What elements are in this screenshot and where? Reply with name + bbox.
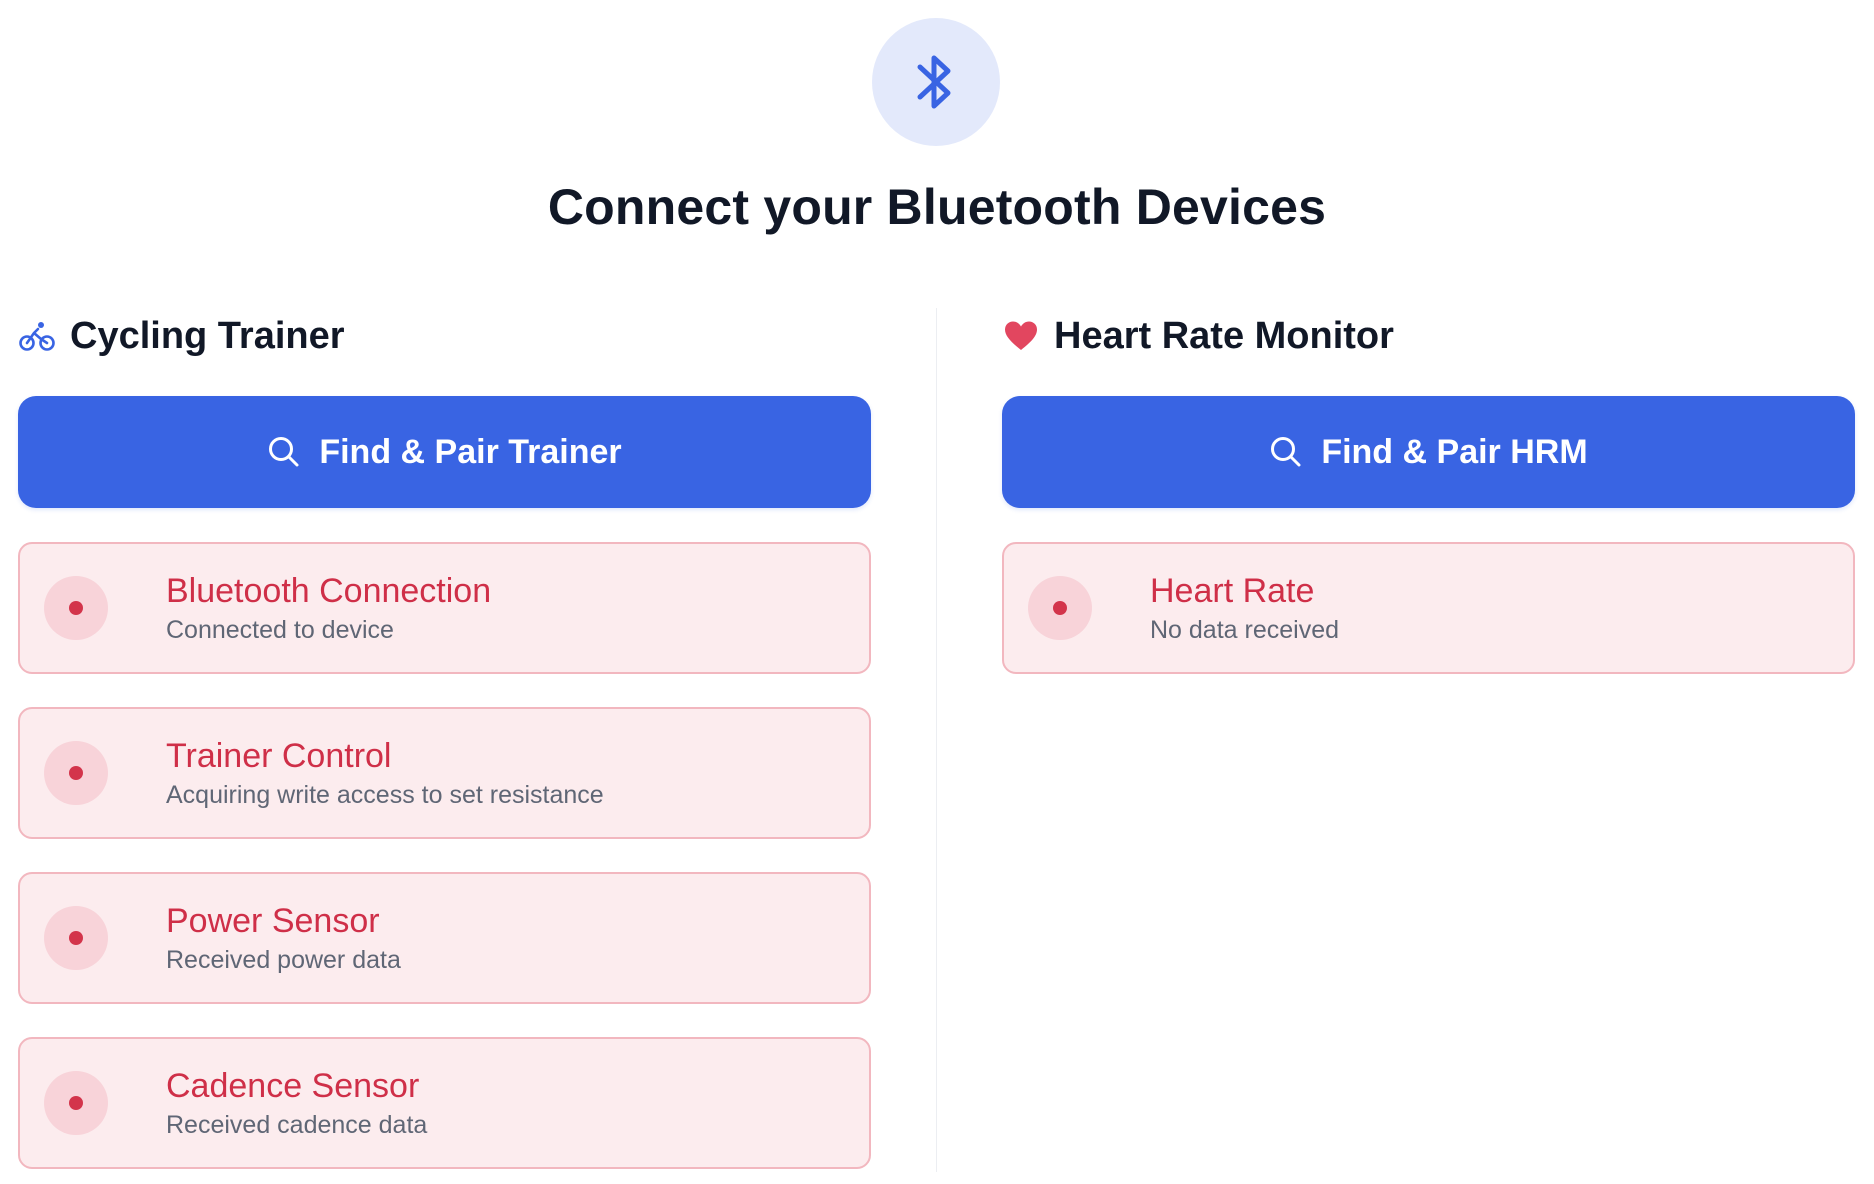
error-dot-icon [69, 766, 83, 780]
status-card-cadence-sensor: Cadence Sensor Received cadence data [18, 1037, 871, 1169]
error-dot-icon [69, 1096, 83, 1110]
status-card-heart-rate: Heart Rate No data received [1002, 542, 1855, 674]
hrm-section-header: Heart Rate Monitor [1002, 310, 1855, 362]
status-title: Power Sensor [166, 902, 380, 940]
status-subtitle: Connected to device [166, 616, 394, 644]
error-dot-icon [1053, 601, 1067, 615]
status-indicator [44, 741, 108, 805]
hrm-section-title: Heart Rate Monitor [1054, 314, 1394, 357]
hrm-section: Heart Rate Monitor Find & Pair HRM Heart… [1002, 310, 1855, 674]
find-pair-hrm-label: Find & Pair HRM [1321, 432, 1588, 471]
error-dot-icon [69, 601, 83, 615]
bluetooth-badge [872, 18, 1000, 146]
heart-icon [1002, 317, 1040, 355]
status-title: Bluetooth Connection [166, 572, 492, 610]
trainer-section-header: Cycling Trainer [18, 310, 871, 362]
status-subtitle: Acquiring write access to set resistance [166, 781, 604, 809]
status-indicator [1028, 576, 1092, 640]
status-title: Heart Rate [1150, 572, 1315, 610]
page-title: Connect your Bluetooth Devices [547, 179, 1327, 235]
status-card-power-sensor: Power Sensor Received power data [18, 872, 871, 1004]
status-indicator [44, 1071, 108, 1135]
error-dot-icon [69, 931, 83, 945]
bicycle-icon [18, 317, 56, 355]
search-icon [267, 434, 303, 470]
status-subtitle: Received power data [166, 946, 401, 974]
find-pair-trainer-label: Find & Pair Trainer [319, 432, 622, 471]
pairing-page: Connect your Bluetooth Devices Cycling T… [0, 0, 1874, 1184]
trainer-section: Cycling Trainer Find & Pair Trainer Blue… [18, 310, 871, 1169]
status-title: Cadence Sensor [166, 1067, 420, 1105]
find-pair-hrm-button[interactable]: Find & Pair HRM [1002, 396, 1855, 508]
status-subtitle: No data received [1150, 616, 1340, 644]
trainer-section-title: Cycling Trainer [70, 314, 345, 357]
search-icon [1269, 434, 1305, 470]
column-divider [936, 308, 937, 1172]
status-card-bluetooth-connection: Bluetooth Connection Connected to device [18, 542, 871, 674]
status-subtitle: Received cadence data [166, 1111, 428, 1139]
bluetooth-icon [917, 55, 951, 109]
find-pair-trainer-button[interactable]: Find & Pair Trainer [18, 396, 871, 508]
status-indicator [44, 906, 108, 970]
status-indicator [44, 576, 108, 640]
status-card-trainer-control: Trainer Control Acquiring write access t… [18, 707, 871, 839]
status-title: Trainer Control [166, 737, 392, 775]
